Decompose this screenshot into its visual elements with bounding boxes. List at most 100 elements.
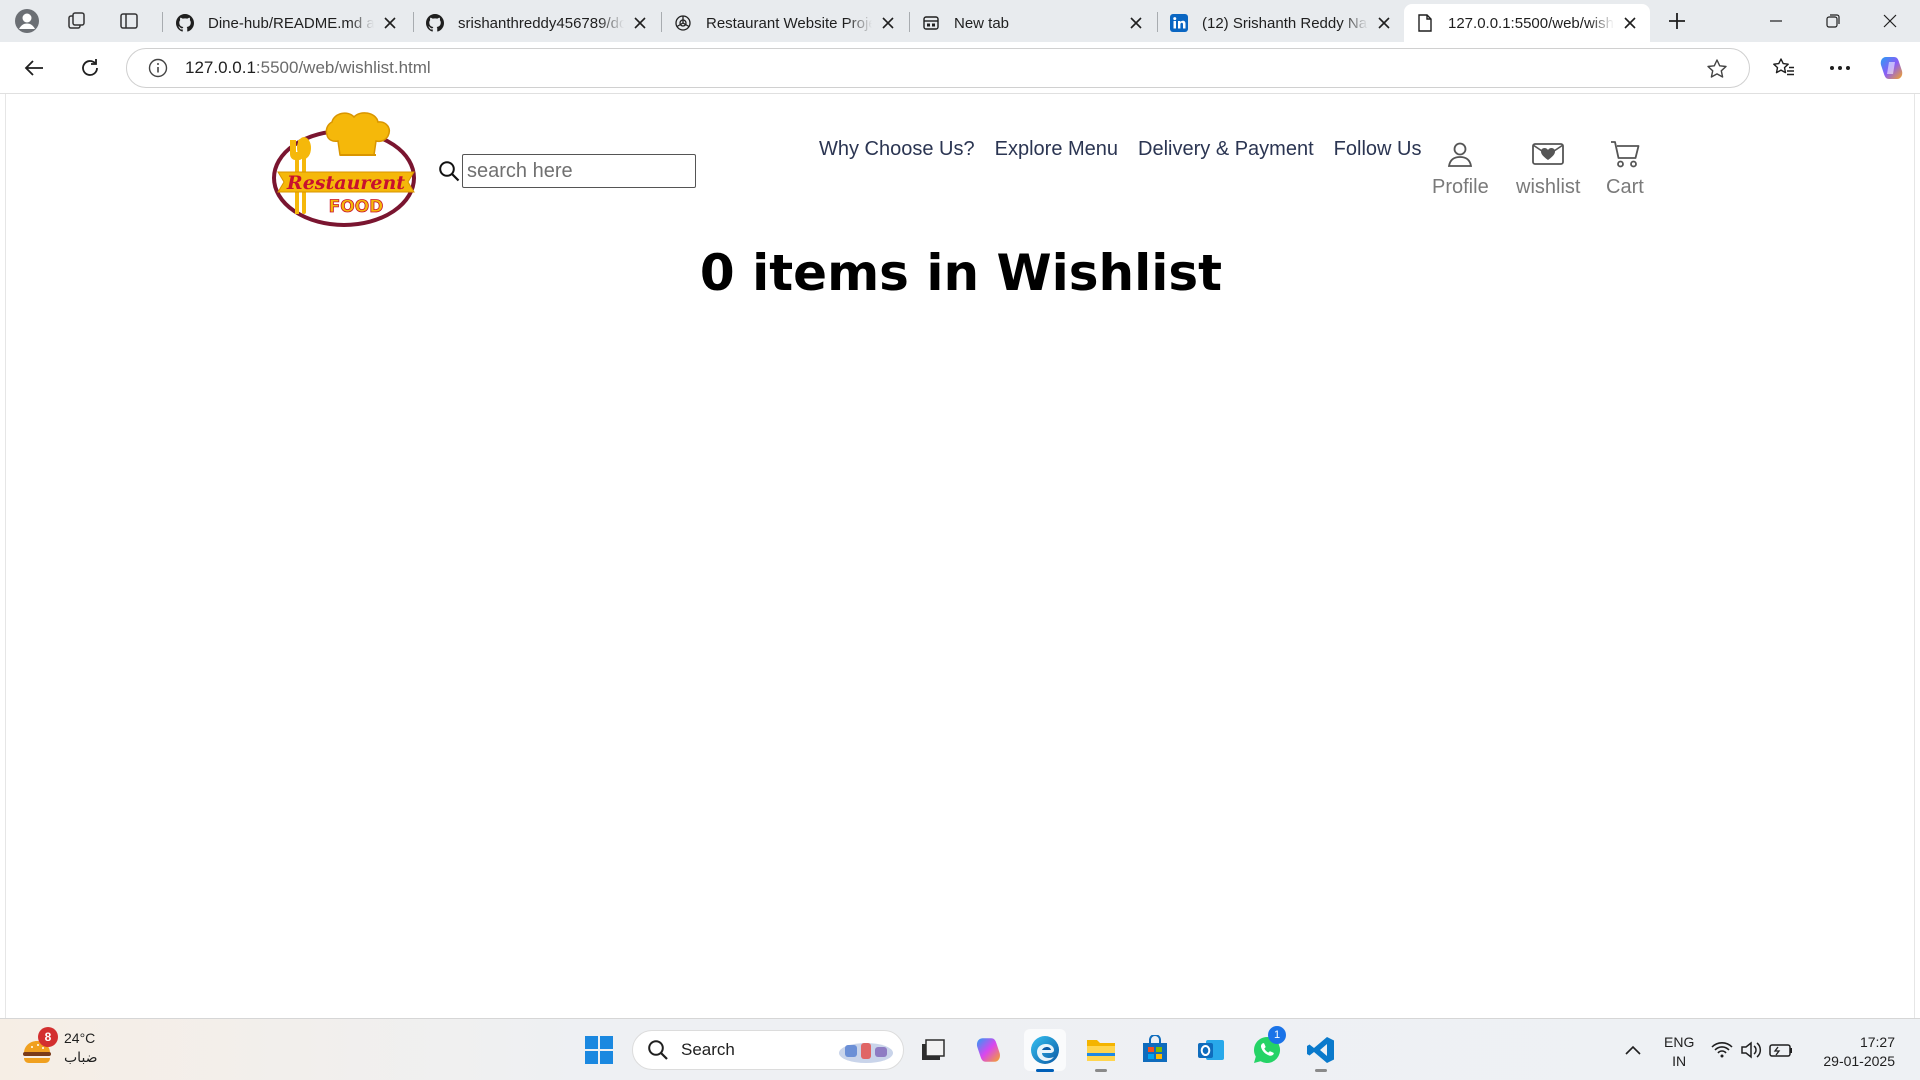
search-icon[interactable] (436, 158, 462, 184)
minimize-icon (1770, 20, 1782, 22)
tab-restaurant-project[interactable]: Restaurant Website Projec (662, 4, 908, 42)
linkedin-icon (1170, 14, 1188, 32)
nav-cart[interactable]: Cart (1606, 138, 1644, 199)
cart-icon (1608, 138, 1642, 170)
cart-label: Cart (1606, 176, 1644, 198)
tab-new-tab[interactable]: New tab (910, 4, 1156, 42)
search-highlight-illustration-icon (839, 1043, 893, 1063)
close-tab-icon[interactable] (878, 13, 898, 33)
outlook-icon (1198, 1040, 1224, 1060)
nav-profile[interactable]: Profile (1432, 138, 1489, 199)
tab-title: New tab (954, 14, 1010, 32)
url-host: 127.0.0.1 (185, 58, 256, 77)
github-icon (426, 14, 444, 32)
new-tab-button[interactable] (1658, 5, 1696, 37)
running-indicator (1036, 1069, 1054, 1072)
taskbar-search-label: Search (681, 1040, 735, 1059)
clock-date: 29-01-2025 (1823, 1053, 1895, 1069)
nav-explore-menu[interactable]: Explore Menu (995, 138, 1118, 161)
wishlist-label: wishlist (1516, 176, 1581, 198)
favorites-button[interactable] (1766, 50, 1802, 86)
nav-follow-us[interactable]: Follow Us (1334, 138, 1422, 161)
refresh-icon (82, 59, 98, 76)
tab-title: Restaurant Website Projec (706, 14, 872, 32)
nav-delivery-payment[interactable]: Delivery & Payment (1138, 138, 1314, 161)
close-window-button[interactable] (1862, 0, 1918, 42)
tab-title: (12) Srishanth Reddy Narr (1202, 14, 1368, 32)
workspaces-icon (68, 12, 85, 29)
tab-linkedin[interactable]: (12) Srishanth Reddy Narr (1158, 4, 1404, 42)
tab-actions-button[interactable] (110, 5, 148, 37)
chevron-up-icon (1625, 1045, 1641, 1055)
logo-text-main: Restaurent (286, 172, 405, 194)
page-icon (1416, 14, 1434, 32)
tab-title: srishanthreddy456789/do (458, 14, 624, 32)
language-code: ENG (1664, 1034, 1695, 1050)
tab-title: 127.0.0.1:5500/web/wishli (1448, 14, 1614, 32)
weather-widget[interactable]: 8 24°C ضباب (20, 1027, 98, 1067)
edge-browser-app[interactable] (1024, 1029, 1066, 1072)
folder-icon (1087, 1040, 1115, 1061)
outlook-app[interactable] (1190, 1029, 1232, 1071)
taskbar-search[interactable]: Search (632, 1030, 904, 1070)
weather-badge: 8 (38, 1027, 58, 1047)
search-input[interactable] (462, 154, 696, 188)
more-dots-icon (1830, 66, 1850, 70)
tab-wishlist-active[interactable]: 127.0.0.1:5500/web/wishli (1404, 4, 1650, 42)
restore-button[interactable] (1805, 0, 1861, 42)
restaurant-logo[interactable]: Restaurent FOOD (270, 110, 420, 228)
running-indicator (1315, 1069, 1327, 1072)
address-bar[interactable]: 127.0.0.1:5500/web/wishlist.html (126, 48, 1750, 88)
minimize-button[interactable] (1748, 0, 1804, 42)
github-icon (176, 14, 194, 32)
close-icon (1883, 14, 1897, 28)
vscode-icon (1307, 1037, 1334, 1063)
start-button[interactable] (578, 1029, 620, 1071)
url-text[interactable]: 127.0.0.1:5500/web/wishlist.html (185, 58, 431, 78)
close-tab-icon[interactable] (1374, 13, 1394, 33)
back-button[interactable] (16, 50, 52, 86)
system-clock[interactable]: 17:27 29-01-2025 (1823, 1033, 1895, 1071)
copilot-icon (1880, 57, 1903, 79)
site-info-icon[interactable] (147, 57, 169, 79)
show-hidden-icons-button[interactable] (1612, 1029, 1654, 1071)
windows-logo-icon (585, 1036, 613, 1064)
browser-toolbar: 127.0.0.1:5500/web/wishlist.html (0, 42, 1920, 94)
running-indicator (1095, 1069, 1107, 1072)
close-tab-icon[interactable] (630, 13, 650, 33)
user-icon (1443, 138, 1477, 170)
copilot-button[interactable] (1874, 50, 1910, 86)
favorite-star-icon[interactable] (1705, 57, 1729, 81)
refresh-button[interactable] (72, 50, 108, 86)
profile-avatar-icon (15, 9, 39, 33)
nav-why-choose-us[interactable]: Why Choose Us? (819, 138, 975, 161)
copilot-icon (976, 1038, 1000, 1062)
close-tab-icon[interactable] (1126, 13, 1146, 33)
page-viewport: Restaurent FOOD Why Choose Us? Explore M… (5, 94, 1915, 1018)
weather-temperature: 24°C (64, 1030, 96, 1046)
microsoft-store-app[interactable] (1134, 1029, 1176, 1071)
copilot-app[interactable] (968, 1029, 1010, 1071)
edge-icon (1031, 1036, 1059, 1064)
settings-more-button[interactable] (1822, 50, 1858, 86)
logo-text-sub: FOOD (329, 197, 384, 217)
tab-separator (162, 12, 163, 32)
tab-title: Dine-hub/README.md at (208, 14, 374, 32)
file-explorer-app[interactable] (1080, 1029, 1122, 1072)
whatsapp-app[interactable]: 1 (1246, 1026, 1288, 1071)
weather-condition: ضباب (64, 1049, 98, 1065)
tab-readme[interactable]: Dine-hub/README.md at (164, 4, 410, 42)
windows-taskbar: 8 24°C ضباب Search 1 ENG IN 17:27 29-01-… (0, 1018, 1920, 1080)
profile-label: Profile (1432, 176, 1489, 198)
task-view-app[interactable] (912, 1029, 954, 1071)
quick-settings-button[interactable] (1706, 1029, 1804, 1071)
input-language-indicator[interactable]: ENG IN (1664, 1033, 1694, 1071)
profile-avatar-button[interactable] (8, 5, 46, 37)
url-path: :5500/web/wishlist.html (255, 58, 431, 77)
nav-wishlist[interactable]: wishlist (1516, 138, 1580, 199)
close-tab-icon[interactable] (1620, 13, 1640, 33)
vscode-app[interactable] (1300, 1029, 1342, 1072)
tab-github-repo[interactable]: srishanthreddy456789/do (414, 4, 660, 42)
close-tab-icon[interactable] (380, 13, 400, 33)
workspaces-button[interactable] (58, 5, 96, 37)
